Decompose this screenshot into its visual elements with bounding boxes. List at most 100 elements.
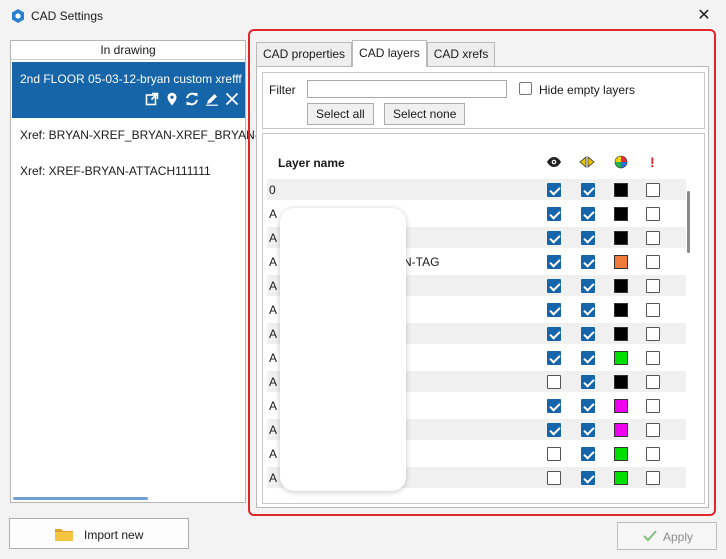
layer-snap-checkbox[interactable] [581,471,595,485]
select-all-button[interactable]: Select all [307,103,374,125]
layer-name: A [269,423,278,437]
layers-table: Layer name ! 0 A A A EN-TAG A A A A A A A A A [262,133,705,504]
layer-flag-checkbox[interactable] [646,183,660,197]
layer-snap-checkbox[interactable] [581,255,595,269]
layer-color-swatch[interactable] [614,207,628,221]
layer-visible-checkbox[interactable] [547,447,561,461]
select-none-button[interactable]: Select none [384,103,466,125]
layer-flag-checkbox[interactable] [646,447,660,461]
layer-flag-checkbox[interactable] [646,231,660,245]
layer-visible-checkbox[interactable] [547,183,561,197]
layer-name: A [269,351,278,365]
layer-snap-checkbox[interactable] [581,423,595,437]
import-new-button[interactable]: Import new [9,518,189,549]
reload-icon[interactable] [185,92,199,106]
horizontal-scrollbar[interactable] [13,497,148,500]
layer-visible-checkbox[interactable] [547,423,561,437]
apply-button[interactable]: Apply [617,522,717,550]
layer-color-swatch[interactable] [614,447,628,461]
layer-name: A [269,279,278,293]
layer-flag-checkbox[interactable] [646,255,660,269]
layer-visible-checkbox[interactable] [547,351,561,365]
layer-row[interactable]: 0 [267,179,686,200]
layer-flag-checkbox[interactable] [646,303,660,317]
layer-snap-checkbox[interactable] [581,279,595,293]
in-drawing-panel: In drawing 2nd FLOOR 05-03-12-bryan cust… [10,40,259,503]
layer-snap-checkbox[interactable] [581,351,595,365]
layer-flag-checkbox[interactable] [646,399,660,413]
layer-flag-checkbox[interactable] [646,471,660,485]
layer-flag-checkbox[interactable] [646,351,660,365]
apply-label: Apply [663,530,694,544]
filter-section: Filter Hide empty layers Select all Sele… [262,72,705,129]
layer-flag-checkbox[interactable] [646,375,660,389]
obscuring-popup-overlay [280,208,406,491]
layer-name-header: Layer name [278,156,345,170]
layer-flag-checkbox[interactable] [646,279,660,293]
layer-name: A [269,447,278,461]
layer-snap-checkbox[interactable] [581,183,595,197]
vertical-scrollbar[interactable] [687,191,690,253]
layer-visible-checkbox[interactable] [547,279,561,293]
layer-color-swatch[interactable] [614,471,628,485]
layer-flag-checkbox[interactable] [646,207,660,221]
xref-list-item[interactable]: Xref: XREF-BRYAN-ATTACH111111 [20,164,211,178]
xref-action-icons [145,92,239,106]
layer-color-swatch[interactable] [614,231,628,245]
layer-color-swatch[interactable] [614,327,628,341]
xref-list-item[interactable]: Xref: BRYAN-XREF_BRYAN-XREF_BRYAN- [20,128,259,142]
layer-snap-checkbox[interactable] [581,399,595,413]
layer-visible-checkbox[interactable] [547,327,561,341]
layer-snap-checkbox[interactable] [581,303,595,317]
layer-snap-checkbox[interactable] [581,207,595,221]
layer-visible-checkbox[interactable] [547,303,561,317]
window-title: CAD Settings [31,9,104,23]
layer-color-swatch[interactable] [614,399,628,413]
settings-tabs: CAD properties CAD layers CAD xrefs [256,40,496,67]
layer-name: A [269,375,278,389]
layer-snap-checkbox[interactable] [581,327,595,341]
layer-color-swatch[interactable] [614,279,628,293]
layer-snap-checkbox[interactable] [581,447,595,461]
layer-color-swatch[interactable] [614,375,628,389]
layer-color-swatch[interactable] [614,255,628,269]
color-wheel-icon [614,155,628,169]
layer-snap-checkbox[interactable] [581,231,595,245]
visibility-eye-icon [547,157,561,167]
layer-name: A [269,303,278,317]
close-icon[interactable]: ✕ [694,6,714,26]
layer-color-swatch[interactable] [614,183,628,197]
locate-pin-icon[interactable] [165,92,179,106]
tab-cad-properties[interactable]: CAD properties [256,42,353,66]
layer-visible-checkbox[interactable] [547,375,561,389]
layer-visible-checkbox[interactable] [547,207,561,221]
snap-arrows-icon [579,156,595,168]
layer-name: A [269,231,278,245]
selected-xref-item[interactable]: 2nd FLOOR 05-03-12-bryan custom xrefff [12,62,245,118]
layer-color-swatch[interactable] [614,351,628,365]
edit-pencil-icon[interactable] [205,92,219,106]
layer-flag-checkbox[interactable] [646,423,660,437]
filter-input[interactable] [307,80,507,98]
tab-cad-xrefs[interactable]: CAD xrefs [426,42,496,66]
layer-visible-checkbox[interactable] [547,255,561,269]
filter-label: Filter [269,83,296,97]
layer-visible-checkbox[interactable] [547,399,561,413]
layer-name: A [269,255,278,269]
layer-snap-checkbox[interactable] [581,375,595,389]
checkmark-icon [643,530,657,542]
layer-color-swatch[interactable] [614,303,628,317]
layer-name: 0 [269,183,276,197]
open-external-icon[interactable] [145,92,159,106]
layer-visible-checkbox[interactable] [547,231,561,245]
layer-visible-checkbox[interactable] [547,471,561,485]
hide-empty-layers-checkbox[interactable] [519,82,532,95]
remove-x-icon[interactable] [225,92,239,106]
layer-name: A [269,327,278,341]
layer-name: A [269,207,278,221]
hide-empty-layers-label[interactable]: Hide empty layers [539,83,635,97]
import-new-label: Import new [84,528,144,542]
layer-color-swatch[interactable] [614,423,628,437]
tab-cad-layers[interactable]: CAD layers [352,40,427,67]
layer-flag-checkbox[interactable] [646,327,660,341]
